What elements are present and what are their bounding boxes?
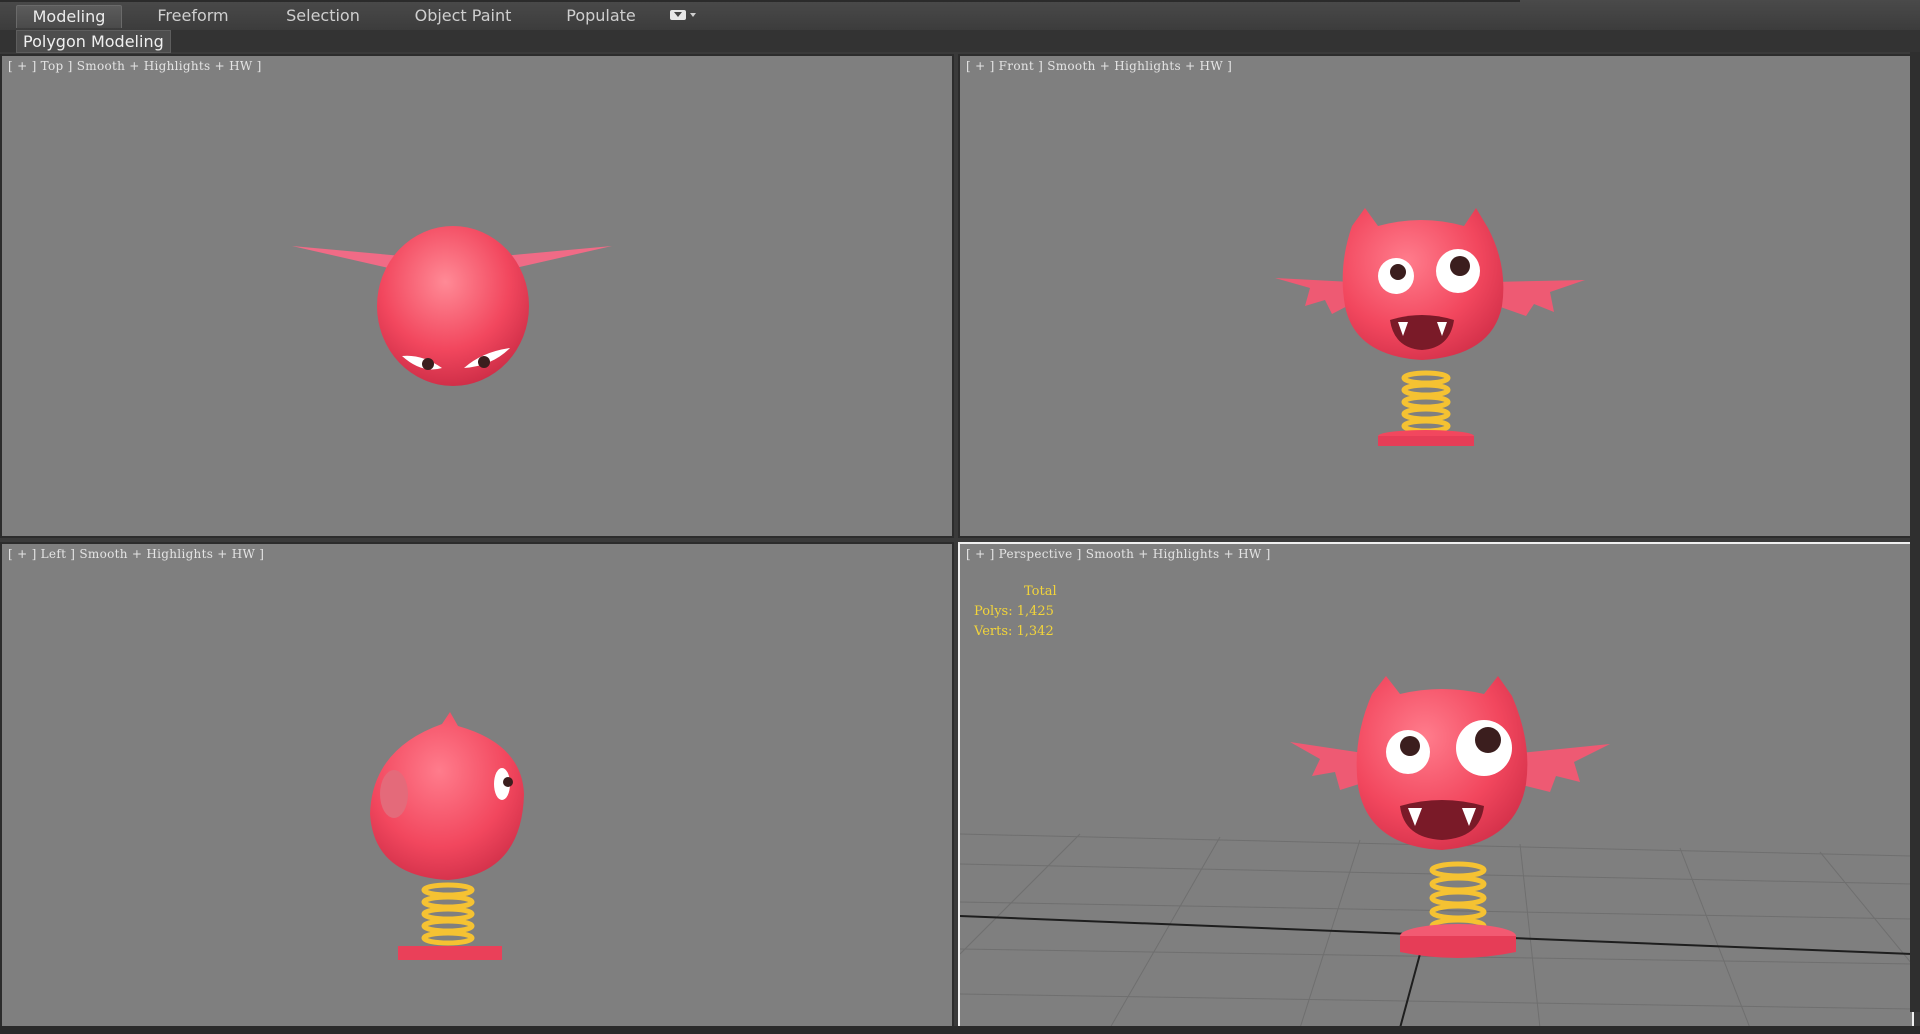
viewport-perspective[interactable]: [ + ] Perspective ] Smooth + Highlights … — [958, 542, 1914, 1030]
ribbon-tab-bar: Modeling Freeform Selection Object Paint… — [0, 0, 1920, 31]
model-left-view — [370, 712, 524, 960]
ribbon-panel-bar: Polygon Modeling — [0, 30, 1920, 53]
tab-freeform[interactable]: Freeform — [148, 5, 238, 27]
polygon-modeling-panel[interactable]: Polygon Modeling — [16, 30, 171, 53]
viewport-scrollbar[interactable] — [1910, 52, 1920, 1012]
model-top-view — [292, 226, 612, 386]
tab-modeling[interactable]: Modeling — [16, 5, 122, 28]
stats-polys: Polys: 1,425 — [974, 604, 1054, 619]
viewport-left[interactable]: [ + ] Left ] Smooth + Highlights + HW ] — [0, 542, 954, 1030]
chevron-down-icon — [690, 13, 696, 17]
viewport-top[interactable]: [ + ] Top ] Smooth + Highlights + HW ] — [0, 54, 954, 538]
tab-selection[interactable]: Selection — [278, 5, 368, 27]
stats-total-label: Total — [1024, 584, 1057, 599]
tab-object-paint[interactable]: Object Paint — [408, 5, 518, 27]
viewport-front[interactable]: [ + ] Front ] Smooth + Highlights + HW ] — [958, 54, 1914, 538]
scene-statistics: Total Polys: 1,425 Verts: 1,342 — [974, 582, 1057, 642]
tab-populate[interactable]: Populate — [556, 5, 646, 27]
ribbon-top-line — [0, 0, 1520, 2]
model-front-view — [1275, 208, 1585, 446]
perspective-scene — [960, 676, 1912, 1028]
ribbon-options-dropdown[interactable] — [670, 9, 698, 23]
bottom-status-strip — [0, 1026, 1920, 1034]
ribbon-toggle-icon — [670, 10, 686, 20]
stats-verts: Verts: 1,342 — [974, 624, 1054, 639]
